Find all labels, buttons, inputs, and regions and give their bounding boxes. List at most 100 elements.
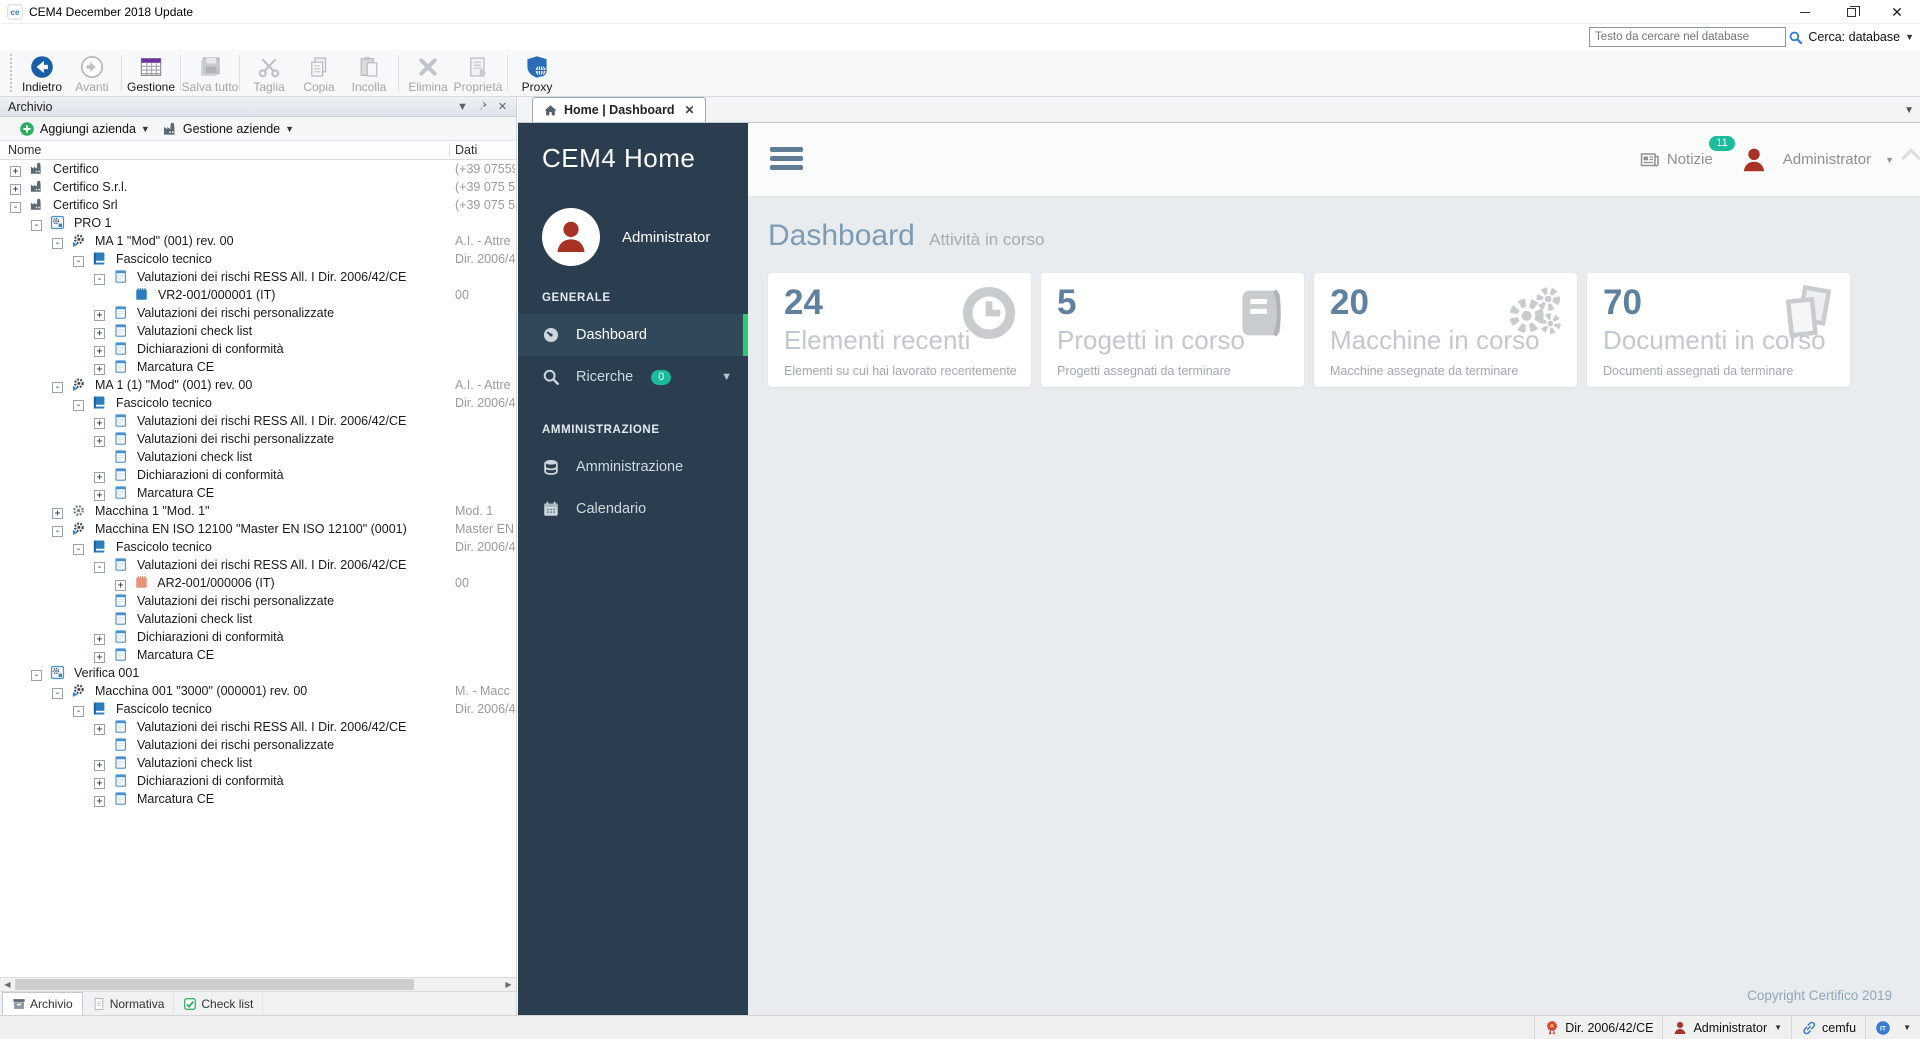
tree-row[interactable]: - Macchina EN ISO 12100 "Master EN ISO 1… (0, 520, 516, 538)
tree-expander[interactable]: + (94, 310, 105, 321)
tree-row[interactable]: Valutazioni dei rischi personalizzate (0, 592, 516, 610)
tree-expander[interactable]: + (115, 580, 126, 591)
chevron-down-icon[interactable]: ▼ (141, 124, 150, 134)
pin-icon[interactable] (476, 100, 489, 113)
tree-row[interactable]: + Marcatura CE (0, 646, 516, 664)
tree-expander[interactable]: - (73, 706, 84, 717)
tab-home-dashboard[interactable]: Home | Dashboard ✕ (532, 97, 706, 122)
scrollbar-thumb[interactable] (15, 979, 414, 990)
tree-expander[interactable]: - (73, 256, 84, 267)
sidebar-item[interactable]: Dashboard (518, 314, 748, 356)
tree-expander[interactable] (94, 613, 105, 624)
tree-expander[interactable]: - (31, 670, 42, 681)
menu-item[interactable] (54, 33, 76, 41)
tree-expander[interactable]: - (52, 688, 63, 699)
sidebar-footer-icon[interactable] (549, 986, 566, 1003)
menu-item[interactable] (120, 33, 142, 41)
tree-row[interactable]: + Marcatura CE (0, 358, 516, 376)
tree-expander[interactable]: + (94, 652, 105, 663)
sidebar-footer-icon[interactable] (599, 986, 616, 1003)
menu-item[interactable] (32, 33, 54, 41)
panel-menu-chevron-icon[interactable]: ▼ (455, 99, 470, 114)
tree-row[interactable]: Valutazioni check list (0, 610, 516, 628)
tree-row[interactable]: + Certifico (+39 07559 (0, 160, 516, 178)
dashboard-card[interactable]: 24 Elementi recenti Elementi su cui hai … (768, 273, 1031, 387)
tree-expander[interactable] (94, 451, 105, 462)
tree-row[interactable]: + AR2-001/000006 (IT) 00 (0, 574, 516, 592)
sidebar-item[interactable]: Calendario (518, 488, 748, 530)
tree-expander[interactable]: - (73, 400, 84, 411)
dashboard-card[interactable]: 5 Progetti in corso Progetti assegnati d… (1041, 273, 1304, 387)
tree-row[interactable]: + Dichiarazioni di conformità (0, 466, 516, 484)
scrollbar-track[interactable] (15, 978, 501, 991)
sidebar-footer-icon[interactable] (650, 986, 667, 1003)
dashboard-card[interactable]: 70 Documenti in corso Documenti assegnat… (1587, 273, 1850, 387)
tab-list-chevron-icon[interactable]: ▼ (1904, 105, 1914, 116)
toolbar-button[interactable]: Taglia (244, 50, 294, 96)
chevron-down-icon[interactable]: ▼ (721, 371, 732, 383)
chevron-down-icon[interactable]: ▼ (285, 124, 294, 134)
tree-expander[interactable]: - (52, 238, 63, 249)
tree-row[interactable]: - Valutazioni dei rischi RESS All. I Dir… (0, 268, 516, 286)
tree-row[interactable]: + Dichiarazioni di conformità (0, 340, 516, 358)
tree-row[interactable]: + Macchina 1 "Mod. 1" Mod. 1 (0, 502, 516, 520)
tree-row[interactable]: + Marcatura CE (0, 484, 516, 502)
search-database-button[interactable]: Cerca: database ▼ (1788, 27, 1914, 47)
toolbar-button[interactable]: Proxy (512, 50, 562, 96)
tree-row[interactable]: + Certifico S.r.l. (+39 075 5 (0, 178, 516, 196)
tree-expander[interactable] (94, 739, 105, 750)
tree-row[interactable]: - Fascicolo tecnico Dir. 2006/4 (0, 394, 516, 412)
tree-row[interactable]: - Verifica 001 (0, 664, 516, 682)
tree-expander[interactable]: - (94, 562, 105, 573)
tree-row[interactable]: + Dichiarazioni di conformità (0, 628, 516, 646)
sidebar-item[interactable]: Amministrazione (518, 446, 748, 488)
tree-row[interactable]: - PRO 1 (0, 214, 516, 232)
menu-item[interactable] (76, 33, 98, 41)
tree-row[interactable]: Valutazioni dei rischi personalizzate (0, 736, 516, 754)
notizie-button[interactable]: Notizie 11 (1640, 135, 1735, 170)
tree-expander[interactable]: + (94, 778, 105, 789)
tree-expander[interactable]: + (94, 724, 105, 735)
panel-tab[interactable]: Archivio (2, 992, 83, 1015)
sidebar-footer-icon[interactable] (700, 986, 717, 1003)
tree-row[interactable]: VR2-001/000001 (IT) 00 (0, 286, 516, 304)
tree-row[interactable]: + Marcatura CE (0, 790, 516, 808)
tree-row[interactable]: - MA 1 "Mod" (001) rev. 00 A.I. - Attre (0, 232, 516, 250)
tree-row[interactable]: + Valutazioni dei rischi RESS All. I Dir… (0, 412, 516, 430)
toolbar-button[interactable]: Avanti (67, 50, 117, 96)
tree-expander[interactable] (94, 595, 105, 606)
sidebar-item[interactable]: Ricerche 0 ▼ (518, 356, 748, 398)
toolbar-button[interactable]: Incolla (344, 50, 394, 96)
statusbar-item[interactable]: Administrator ▼ (1662, 1016, 1791, 1039)
panel-close-icon[interactable]: ✕ (495, 99, 510, 114)
tree-expander[interactable]: + (94, 634, 105, 645)
scroll-right-icon[interactable]: ▶ (501, 980, 516, 989)
panel-action-button[interactable]: Gestione aziende ▼ (156, 118, 300, 140)
tree-row[interactable]: + Valutazioni check list (0, 322, 516, 340)
horizontal-scrollbar[interactable]: ◀ ▶ (0, 977, 516, 991)
statusbar-item[interactable]: Dir. 2006/42/CE (1534, 1016, 1662, 1039)
toolbar-button[interactable]: Copia (294, 50, 344, 96)
tree-expander[interactable]: + (94, 346, 105, 357)
tree-row[interactable]: + Valutazioni dei rischi RESS All. I Dir… (0, 718, 516, 736)
statusbar-item[interactable]: IT ▼ (1865, 1016, 1920, 1039)
tree-expander[interactable]: - (52, 526, 63, 537)
toolbar-button[interactable]: Elimina (403, 50, 453, 96)
column-dati[interactable]: Dati (449, 143, 477, 157)
tree-expander[interactable]: - (31, 220, 42, 231)
toolbar-button[interactable]: Salva tutto (182, 50, 238, 96)
column-nome[interactable]: Nome (8, 143, 41, 157)
tree-expander[interactable]: + (94, 796, 105, 807)
tree-row[interactable]: - Macchina 001 "3000" (000001) rev. 00 M… (0, 682, 516, 700)
tree-row[interactable]: - Fascicolo tecnico Dir. 2006/4 (0, 538, 516, 556)
tree-row[interactable]: - Certifico Srl (+39 075 5 (0, 196, 516, 214)
tree-expander[interactable]: - (52, 382, 63, 393)
tree-expander[interactable]: + (94, 436, 105, 447)
toolbar-button[interactable]: Indietro (17, 50, 67, 96)
tree-expander[interactable]: + (94, 364, 105, 375)
tree-row[interactable]: - MA 1 (1) "Mod" (001) rev. 00 A.I. - At… (0, 376, 516, 394)
scroll-left-icon[interactable]: ◀ (0, 980, 15, 989)
search-input[interactable] (1589, 27, 1786, 47)
tree-expander[interactable]: - (73, 544, 84, 555)
maximize-button[interactable] (1828, 0, 1874, 24)
